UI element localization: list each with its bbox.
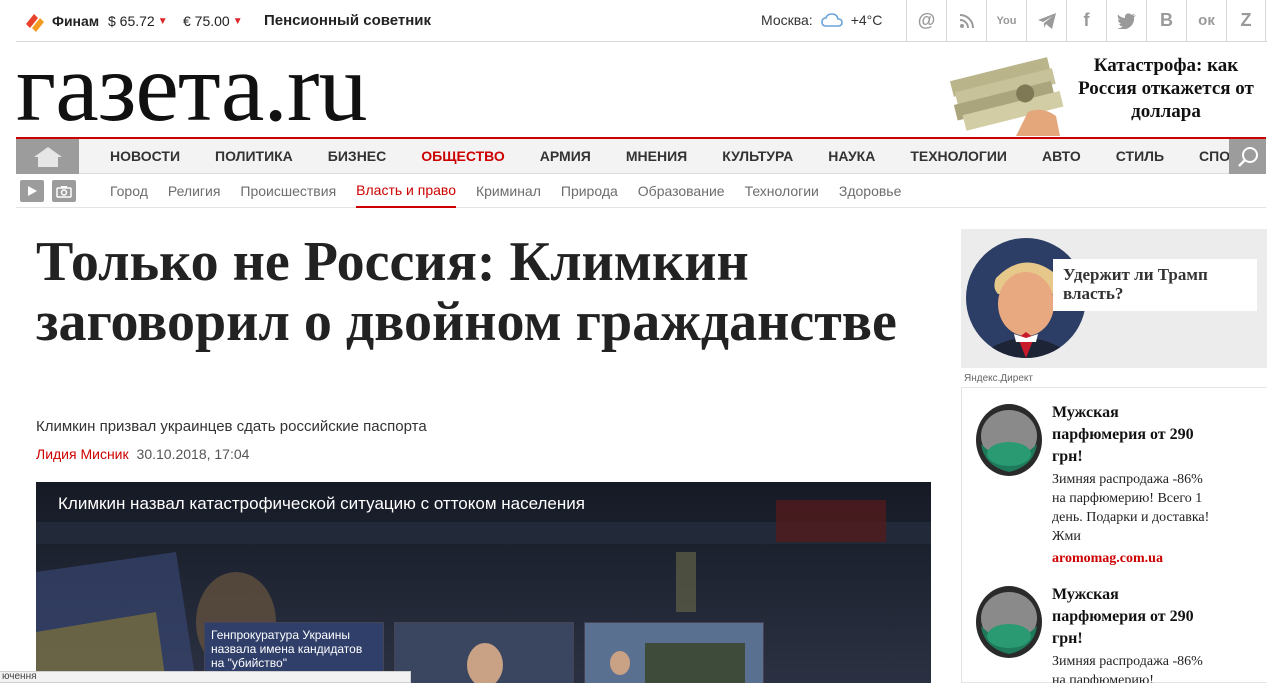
video-icon[interactable] <box>20 180 44 202</box>
rate-down-icon: ▼ <box>157 15 168 27</box>
perfume-bottle-image <box>976 404 1042 476</box>
nav-item-news[interactable]: Новости <box>110 139 180 174</box>
sidebar-teaser-title: Удержит ли Трамп власть? <box>1053 259 1257 311</box>
promo-title: Катастрофа: как Россия откажется от долл… <box>1078 55 1254 122</box>
sub-nav: Город Религия Происшествия Власть и прав… <box>16 174 1266 208</box>
play-glyph <box>28 186 37 196</box>
nav-item-society[interactable]: Общество <box>421 139 505 174</box>
nav-item-politics[interactable]: Политика <box>215 139 293 174</box>
nav-item-culture[interactable]: Культура <box>722 139 793 174</box>
video-thumb[interactable] <box>584 622 764 683</box>
nav-item-tech[interactable]: Технологии <box>910 139 1007 174</box>
finam-logo-icon <box>26 14 44 32</box>
ad-title: Мужская парфюмерия от 290 грн! <box>1052 404 1194 465</box>
twitter-icon[interactable] <box>1106 0 1146 41</box>
subnav-item-religion[interactable]: Религия <box>168 174 221 208</box>
zen-icon[interactable]: Z <box>1226 0 1266 41</box>
site-logo[interactable]: газета.ru <box>16 39 368 137</box>
rate-down-icon: ▼ <box>232 15 243 27</box>
youtube-icon[interactable]: You <box>986 0 1026 41</box>
article-headline: Только не Россия: Климкин заговорил о дв… <box>36 231 897 353</box>
eur-rate-value: € 75.00 <box>183 13 230 29</box>
finam-link[interactable]: Финам <box>24 9 99 33</box>
promo-teaser[interactable]: Катастрофа: как Россия откажется от долл… <box>946 46 1256 136</box>
ad-title: Мужская парфюмерия от 290 грн! <box>1052 586 1194 647</box>
eur-rate[interactable]: € 75.00 ▼ <box>183 13 243 29</box>
nav-item-opinions[interactable]: Мнения <box>626 139 687 174</box>
thumb-image <box>395 623 573 683</box>
nav-item-army[interactable]: Армия <box>540 139 591 174</box>
weather-widget[interactable]: Москва: +4°C <box>761 12 882 28</box>
money-image <box>949 57 1064 136</box>
subnav-item-incidents[interactable]: Происшествия <box>240 174 336 208</box>
sidebar-teaser[interactable]: Удержит ли Трамп власть? <box>961 229 1267 368</box>
nav-item-style[interactable]: Стиль <box>1116 139 1164 174</box>
thumb-image <box>585 623 763 683</box>
usd-rate-value: $ 65.72 <box>108 13 155 29</box>
rss-icon[interactable] <box>946 0 986 41</box>
nav-item-science[interactable]: Наука <box>828 139 875 174</box>
weather-temperature: +4°C <box>850 12 883 28</box>
article-date: 30.10.2018, 17:04 <box>136 446 250 462</box>
video-thumb-caption: Генпрокуратура Украины назвала имена кан… <box>211 628 363 670</box>
main-nav: Новости Политика Бизнес Общество Армия М… <box>16 137 1266 174</box>
pension-advisor-link[interactable]: Пенсионный советник <box>264 12 431 29</box>
photo-icon[interactable] <box>52 180 76 202</box>
vk-icon[interactable]: B <box>1146 0 1186 41</box>
subnav-item-nature[interactable]: Природа <box>561 174 618 208</box>
facebook-icon[interactable]: f <box>1066 0 1106 41</box>
twitter-glyph <box>1116 12 1136 29</box>
article-lead: Климкин призвал украинцев сдать российск… <box>36 418 427 435</box>
nav-item-business[interactable]: Бизнес <box>328 139 386 174</box>
weather-city: Москва: <box>761 12 813 28</box>
finam-label: Финам <box>52 13 100 29</box>
subnav-item-health[interactable]: Здоровье <box>839 174 902 208</box>
video-thumb[interactable] <box>394 622 574 683</box>
telegram-glyph <box>1037 12 1056 29</box>
nav-item-auto[interactable]: Авто <box>1042 139 1081 174</box>
article-byline: Лидия Мисник 30.10.2018, 17:04 <box>36 446 249 462</box>
media-links <box>20 180 76 202</box>
home-icon <box>33 146 62 167</box>
search-button[interactable] <box>1229 139 1266 174</box>
home-button[interactable] <box>16 139 79 174</box>
search-icon <box>1237 146 1258 167</box>
video-title: Климкин назвал катастрофической ситуацию… <box>58 494 585 513</box>
ad-block: Мужская парфюмерия от 290 грн! Зимняя ра… <box>961 387 1267 683</box>
rss-glyph <box>959 13 974 28</box>
ad-text: Зимняя распродажа -86% на парфюмерию! <box>1052 654 1203 683</box>
social-links: @ You f B ок Z <box>906 0 1266 41</box>
ad-text: Зимняя распродажа -86% на парфюмерию! Вс… <box>1052 472 1210 544</box>
camera-glyph <box>56 185 72 198</box>
subnav-item-crime[interactable]: Криминал <box>476 174 541 208</box>
odnoklassniki-icon[interactable]: ок <box>1186 0 1226 41</box>
browser-status-bar: ючення <box>0 671 411 683</box>
video-player[interactable]: Климкин назвал катастрофической ситуацию… <box>36 482 931 683</box>
subnav-item-tech[interactable]: Технологии <box>745 174 819 208</box>
subnav-item-power-law[interactable]: Власть и право <box>356 174 456 208</box>
telegram-icon[interactable] <box>1026 0 1066 41</box>
article-author[interactable]: Лидия Мисник <box>36 446 129 462</box>
subnav-item-city[interactable]: Город <box>110 174 148 208</box>
subnav-item-education[interactable]: Образование <box>638 174 725 208</box>
ad-source-label[interactable]: Яндекс.Директ <box>964 373 1033 384</box>
usd-rate[interactable]: $ 65.72 ▼ <box>108 13 168 29</box>
cloud-icon <box>820 13 843 27</box>
ad-link[interactable]: aromomag.com.ua <box>1052 551 1163 567</box>
email-icon[interactable]: @ <box>906 0 946 41</box>
perfume-bottle-image <box>976 586 1042 658</box>
